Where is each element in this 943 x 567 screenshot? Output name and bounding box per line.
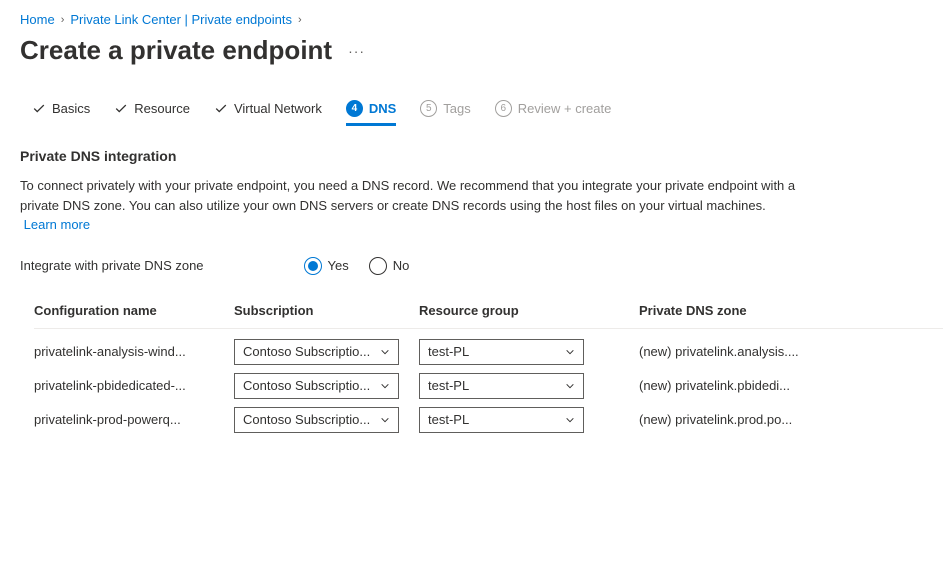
subscription-dropdown[interactable]: Contoso Subscriptio... — [234, 407, 399, 433]
chevron-down-icon — [565, 347, 575, 357]
dropdown-value: test-PL — [428, 412, 469, 427]
breadcrumb: Home › Private Link Center | Private end… — [20, 12, 923, 27]
table-row: privatelink-prod-powerq... Contoso Subsc… — [34, 407, 943, 433]
check-icon — [32, 102, 46, 116]
col-resource-group: Resource group — [419, 303, 594, 318]
col-config-name: Configuration name — [34, 303, 234, 318]
tab-review-create[interactable]: 6 Review + create — [495, 100, 612, 126]
tab-label: Basics — [52, 101, 90, 116]
tab-dns[interactable]: 4 DNS — [346, 100, 396, 126]
chevron-down-icon — [565, 415, 575, 425]
cell-config-name: privatelink-analysis-wind... — [34, 344, 234, 359]
more-actions-button[interactable]: ··· — [344, 39, 369, 63]
breadcrumb-home[interactable]: Home — [20, 12, 55, 27]
step-badge: 5 — [420, 100, 437, 117]
chevron-right-icon: › — [61, 14, 65, 26]
tab-label: Review + create — [518, 101, 612, 116]
cell-private-dns-zone: (new) privatelink.analysis.... — [629, 344, 829, 359]
subscription-dropdown[interactable]: Contoso Subscriptio... — [234, 373, 399, 399]
dropdown-value: test-PL — [428, 378, 469, 393]
wizard-tabs: Basics Resource Virtual Network 4 DNS 5 … — [32, 100, 923, 126]
section-title: Private DNS integration — [20, 148, 923, 164]
dropdown-value: Contoso Subscriptio... — [243, 412, 370, 427]
chevron-down-icon — [380, 381, 390, 391]
breadcrumb-private-link[interactable]: Private Link Center | Private endpoints — [70, 12, 292, 27]
resource-group-dropdown[interactable]: test-PL — [419, 339, 584, 365]
tab-label: Resource — [134, 101, 190, 116]
dropdown-value: Contoso Subscriptio... — [243, 344, 370, 359]
table-row: privatelink-pbidedicated-... Contoso Sub… — [34, 373, 943, 399]
chevron-down-icon — [380, 415, 390, 425]
tab-tags[interactable]: 5 Tags — [420, 100, 470, 126]
step-badge: 6 — [495, 100, 512, 117]
integrate-yes-radio[interactable]: Yes — [304, 257, 349, 275]
chevron-down-icon — [380, 347, 390, 357]
check-icon — [214, 102, 228, 116]
integrate-dns-field: Integrate with private DNS zone Yes No — [20, 257, 923, 275]
subscription-dropdown[interactable]: Contoso Subscriptio... — [234, 339, 399, 365]
learn-more-link[interactable]: Learn more — [24, 217, 90, 232]
step-badge: 4 — [346, 100, 363, 117]
tab-label: DNS — [369, 101, 396, 116]
check-icon — [114, 102, 128, 116]
tab-label: Tags — [443, 101, 470, 116]
cell-config-name: privatelink-pbidedicated-... — [34, 378, 234, 393]
tab-resource[interactable]: Resource — [114, 101, 190, 125]
section-description: To connect privately with your private e… — [20, 176, 800, 235]
tab-virtual-network[interactable]: Virtual Network — [214, 101, 322, 125]
table-header-row: Configuration name Subscription Resource… — [34, 303, 943, 329]
tab-basics[interactable]: Basics — [32, 101, 90, 125]
page-title: Create a private endpoint — [20, 35, 332, 66]
resource-group-dropdown[interactable]: test-PL — [419, 407, 584, 433]
tab-label: Virtual Network — [234, 101, 322, 116]
resource-group-dropdown[interactable]: test-PL — [419, 373, 584, 399]
dropdown-value: test-PL — [428, 344, 469, 359]
cell-config-name: privatelink-prod-powerq... — [34, 412, 234, 427]
table-row: privatelink-analysis-wind... Contoso Sub… — [34, 339, 943, 365]
cell-private-dns-zone: (new) privatelink.prod.po... — [629, 412, 829, 427]
radio-label: Yes — [328, 258, 349, 273]
chevron-right-icon: › — [298, 14, 302, 26]
cell-private-dns-zone: (new) privatelink.pbidedi... — [629, 378, 829, 393]
dropdown-value: Contoso Subscriptio... — [243, 378, 370, 393]
integrate-no-radio[interactable]: No — [369, 257, 410, 275]
col-subscription: Subscription — [234, 303, 409, 318]
radio-label: No — [393, 258, 410, 273]
radio-icon — [369, 257, 387, 275]
chevron-down-icon — [565, 381, 575, 391]
config-table: Configuration name Subscription Resource… — [34, 303, 943, 433]
col-private-dns-zone: Private DNS zone — [629, 303, 829, 318]
integrate-label: Integrate with private DNS zone — [20, 258, 204, 273]
radio-icon — [304, 257, 322, 275]
integrate-radio-group: Yes No — [304, 257, 410, 275]
